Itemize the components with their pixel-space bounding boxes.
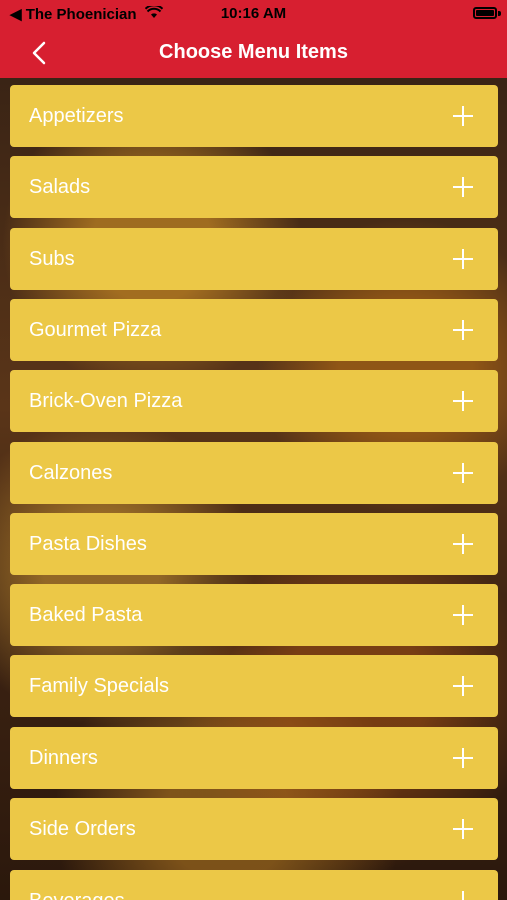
menu-category-label: Pasta Dishes	[29, 532, 147, 555]
status-bar: ◀ The Phoenician 10:16 AM	[0, 0, 507, 28]
menu-category-calzones[interactable]: Calzones	[10, 442, 498, 504]
plus-icon[interactable]	[453, 249, 473, 269]
menu-category-pasta-dishes[interactable]: Pasta Dishes	[10, 513, 498, 575]
menu-category-label: Appetizers	[29, 104, 124, 127]
menu-category-brick-oven-pizza[interactable]: Brick-Oven Pizza	[10, 370, 498, 432]
battery-icon	[473, 7, 497, 19]
plus-icon[interactable]	[453, 106, 473, 126]
menu-category-label: Calzones	[29, 461, 113, 484]
status-time: 10:16 AM	[220, 5, 287, 22]
menu-category-subs[interactable]: Subs	[10, 228, 498, 290]
plus-icon[interactable]	[453, 891, 473, 900]
menu-category-beverages[interactable]: Beverages	[10, 870, 498, 900]
menu-category-family-specials[interactable]: Family Specials	[10, 655, 498, 717]
plus-icon[interactable]	[453, 819, 473, 839]
plus-icon[interactable]	[453, 391, 473, 411]
menu-category-gourmet-pizza[interactable]: Gourmet Pizza	[10, 299, 498, 361]
plus-icon[interactable]	[453, 676, 473, 696]
menu-category-salads[interactable]: Salads	[10, 156, 498, 218]
menu-category-list[interactable]: Appetizers Salads Subs Gourmet Pizza Bri…	[0, 78, 507, 900]
page-title: Choose Menu Items	[159, 41, 348, 63]
menu-category-label: Family Specials	[29, 674, 170, 697]
menu-category-baked-pasta[interactable]: Baked Pasta	[10, 584, 498, 646]
menu-category-label: Baked Pasta	[29, 603, 143, 626]
plus-icon[interactable]	[453, 605, 473, 625]
menu-category-appetizers[interactable]: Appetizers	[10, 85, 498, 147]
menu-category-label: Side Orders	[29, 817, 136, 840]
menu-category-label: Beverages	[29, 890, 125, 900]
menu-category-dinners[interactable]: Dinners	[10, 727, 498, 789]
menu-category-label: Gourmet Pizza	[29, 318, 162, 341]
menu-category-label: Dinners	[29, 746, 98, 769]
menu-category-label: Salads	[29, 175, 91, 198]
navigation-bar: Choose Menu Items	[0, 28, 507, 78]
plus-icon[interactable]	[453, 748, 473, 768]
battery-tip	[498, 11, 501, 16]
plus-icon[interactable]	[453, 534, 473, 554]
menu-category-side-orders[interactable]: Side Orders	[10, 798, 498, 860]
plus-icon[interactable]	[453, 463, 473, 483]
menu-category-label: Subs	[29, 247, 75, 270]
plus-icon[interactable]	[453, 320, 473, 340]
plus-icon[interactable]	[453, 177, 473, 197]
menu-category-label: Brick-Oven Pizza	[29, 389, 183, 412]
